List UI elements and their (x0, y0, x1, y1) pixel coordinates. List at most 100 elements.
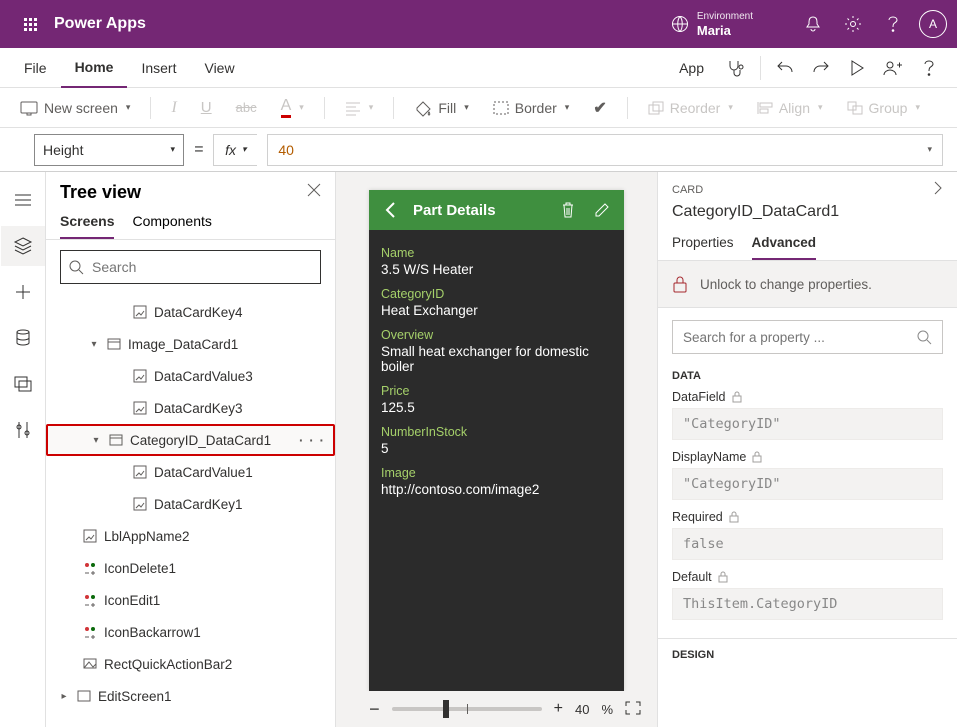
control-icon (132, 368, 148, 384)
zoom-fit-button[interactable] (625, 701, 641, 718)
tree-node-label: LblAppName2 (104, 529, 190, 544)
field-label: Default (672, 570, 712, 584)
field-value[interactable]: "CategoryID" (672, 408, 943, 440)
menu-help-button[interactable] (911, 48, 947, 88)
lock-icon (732, 391, 742, 403)
prop-tab-properties[interactable]: Properties (672, 229, 734, 260)
property-selector-value: Height (43, 142, 83, 158)
tree-node[interactable]: DataCardKey1 (46, 488, 335, 520)
divider (324, 97, 325, 119)
zoom-out-button[interactable]: − (369, 699, 380, 720)
canvas-field-value: Small heat exchanger for domestic boiler (381, 344, 612, 374)
field-value[interactable]: false (672, 528, 943, 560)
field-value[interactable]: ThisItem.CategoryID (672, 588, 943, 620)
tree-node[interactable]: ▾Image_DataCard1 (46, 328, 335, 360)
rail-insert[interactable] (1, 272, 45, 312)
play-button[interactable] (839, 48, 875, 88)
tree-view-close[interactable] (307, 183, 321, 202)
unlock-banner[interactable]: Unlock to change properties. (658, 261, 957, 308)
menu-file[interactable]: File (10, 48, 61, 88)
redo-button[interactable] (803, 48, 839, 88)
property-search-input[interactable] (683, 330, 917, 345)
sliders-icon (15, 421, 31, 439)
reorder-label: Reorder (670, 100, 721, 116)
share-button[interactable] (875, 48, 911, 88)
zoom-slider[interactable] (392, 707, 542, 711)
font-color-button[interactable]: A▾ (275, 93, 310, 122)
tree-search[interactable] (60, 250, 321, 284)
more-format-button[interactable]: ✔ (587, 94, 612, 122)
app-launcher[interactable] (10, 4, 50, 44)
align-objects-button[interactable]: Align▾ (751, 96, 829, 120)
tree-node[interactable]: DataCardKey4 (46, 296, 335, 328)
tree-node[interactable]: DataCardValue1 (46, 456, 335, 488)
tree-node[interactable]: IconEdit1 (46, 584, 335, 616)
rail-hamburger[interactable] (1, 180, 45, 220)
lock-icon (718, 571, 728, 583)
edit-button[interactable] (590, 203, 614, 217)
menu-view[interactable]: View (190, 48, 248, 88)
formula-input[interactable]: 40 ▾ (267, 134, 943, 166)
rail-data[interactable] (1, 318, 45, 358)
reorder-button[interactable]: Reorder▾ (642, 96, 739, 120)
menu-insert[interactable]: Insert (127, 48, 190, 88)
card-expand-button[interactable] (933, 180, 943, 199)
user-avatar[interactable]: A (919, 10, 947, 38)
checker-button[interactable] (718, 48, 754, 88)
environment-caption: Environment (697, 11, 753, 23)
tree-tab-components[interactable]: Components (132, 213, 211, 239)
chevron-down-icon[interactable]: ▾ (90, 435, 102, 446)
help-button[interactable] (873, 4, 913, 44)
tree-node[interactable]: ▸EditScreen1 (46, 680, 335, 712)
canvas-phone-preview[interactable]: Part Details Name3.5 W/S HeaterCategoryI… (369, 190, 624, 691)
tree-node[interactable]: DataCardKey3 (46, 392, 335, 424)
notifications-button[interactable] (793, 4, 833, 44)
underline-button[interactable]: U (195, 95, 218, 120)
tree-search-input[interactable] (92, 259, 312, 275)
property-search[interactable] (672, 320, 943, 354)
fit-icon (625, 701, 641, 715)
group-icon (847, 101, 863, 115)
equals-label: = (194, 141, 203, 159)
bell-icon (804, 15, 822, 33)
environment-selector[interactable]: Environment Maria (671, 11, 753, 38)
tree-node-selected[interactable]: ▾ CategoryID_DataCard1 · · · (46, 424, 335, 456)
delete-button[interactable] (556, 202, 580, 218)
screen-icon (76, 688, 92, 704)
tree-node[interactable]: IconBackarrow1 (46, 616, 335, 648)
icon-control-icon (82, 624, 98, 640)
rail-tree-view[interactable] (1, 226, 45, 266)
canvas-field-value: 125.5 (381, 400, 612, 415)
undo-button[interactable] (767, 48, 803, 88)
menu-app[interactable]: App (665, 48, 718, 88)
tree-node[interactable]: DataCardValue3 (46, 360, 335, 392)
chevron-right-icon[interactable]: ▸ (58, 691, 70, 702)
tree-node[interactable]: RectQuickActionBar2 (46, 648, 335, 680)
menu-home[interactable]: Home (61, 48, 128, 88)
group-button[interactable]: Group▾ (841, 96, 926, 120)
border-button[interactable]: Border▾ (487, 96, 576, 120)
fill-button[interactable]: Fill▾ (408, 96, 474, 120)
tree-node[interactable]: LblAppName2 (46, 520, 335, 552)
tree-tab-screens[interactable]: Screens (60, 213, 114, 239)
play-icon (850, 60, 864, 76)
rail-advanced-tools[interactable] (1, 410, 45, 450)
italic-button[interactable]: I (165, 95, 182, 121)
fx-button[interactable]: fx ▾ (213, 134, 257, 166)
more-options-button[interactable]: · · · (299, 433, 325, 448)
chevron-down-icon[interactable]: ▾ (88, 339, 100, 350)
tree-node[interactable]: IconDelete1 (46, 552, 335, 584)
property-selector[interactable]: Height ▾ (34, 134, 184, 166)
chevron-right-icon (933, 180, 943, 196)
field-value[interactable]: "CategoryID" (672, 468, 943, 500)
tree-node-label: IconDelete1 (104, 561, 176, 576)
rail-media[interactable] (1, 364, 45, 404)
prop-tab-advanced[interactable]: Advanced (752, 229, 817, 260)
new-screen-button[interactable]: New screen ▾ (14, 96, 136, 120)
back-button[interactable] (379, 201, 403, 219)
zoom-in-button[interactable]: + (554, 700, 563, 718)
settings-button[interactable] (833, 4, 873, 44)
align-text-button[interactable]: ▾ (339, 97, 380, 119)
zoom-slider-thumb[interactable] (443, 700, 449, 718)
strike-button[interactable]: abc (230, 96, 263, 119)
